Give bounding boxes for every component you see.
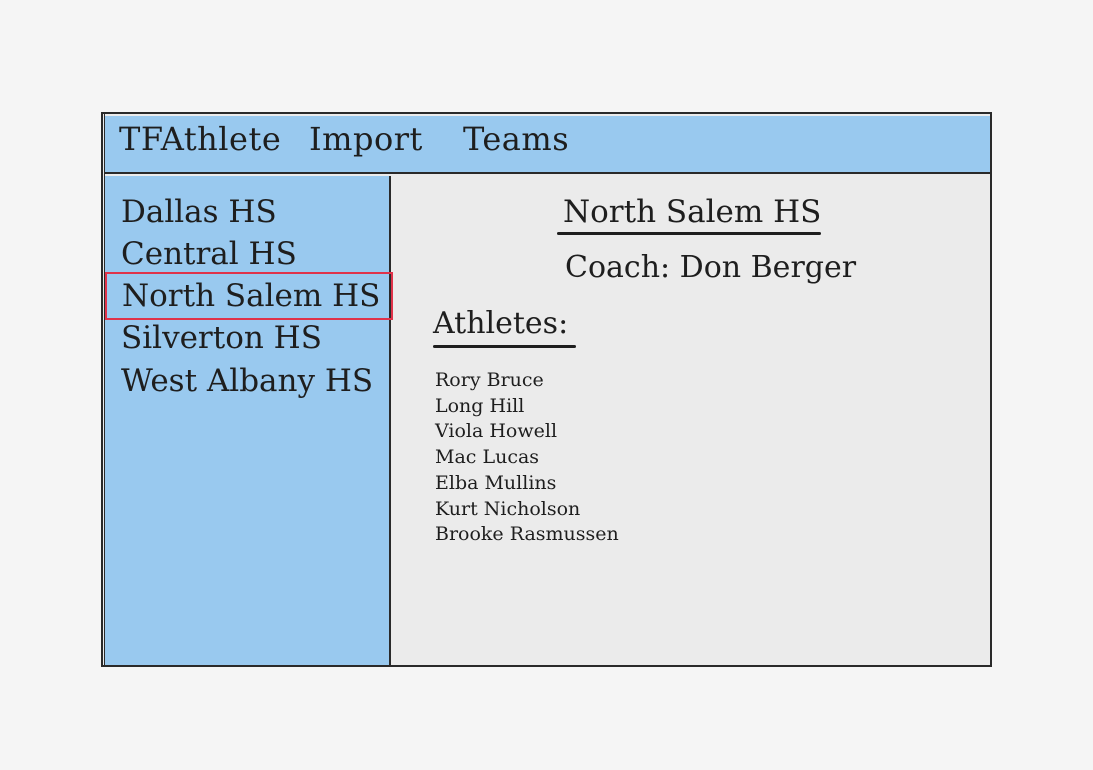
athlete-list: Rory Bruce Long Hill Viola Howell Mac Lu…	[435, 368, 619, 548]
athlete-list-item[interactable]: Mac Lucas	[435, 445, 619, 471]
sidebar-item-silverton-hs[interactable]: Silverton HS	[105, 316, 393, 364]
team-sidebar: Dallas HS Central HS North Salem HS Silv…	[105, 176, 393, 665]
team-title: North Salem HS	[563, 194, 822, 230]
athlete-list-item[interactable]: Elba Mullins	[435, 471, 619, 497]
athlete-list-item[interactable]: Long Hill	[435, 394, 619, 420]
athlete-list-item[interactable]: Rory Bruce	[435, 368, 619, 394]
sidebar-item-north-salem-hs[interactable]: North Salem HS	[105, 272, 393, 320]
coach-label: Coach: Don Berger	[565, 250, 857, 285]
team-detail-panel: North Salem HS Coach: Don Berger Athlete…	[393, 176, 990, 665]
app-window: TFAthlete Import Teams Dallas HS Central…	[101, 112, 992, 667]
teams-menu[interactable]: Teams	[463, 118, 569, 160]
athlete-list-item[interactable]: Kurt Nicholson	[435, 497, 619, 523]
sidebar-item-dallas-hs[interactable]: Dallas HS	[105, 190, 393, 238]
athletes-underline	[433, 345, 576, 348]
athlete-list-item[interactable]: Brooke Rasmussen	[435, 522, 619, 548]
athlete-list-item[interactable]: Viola Howell	[435, 419, 619, 445]
import-menu[interactable]: Import	[309, 118, 423, 160]
title-underline	[557, 232, 821, 235]
sidebar-item-west-albany-hs[interactable]: West Albany HS	[105, 359, 393, 407]
app-title-menu[interactable]: TFAthlete	[119, 118, 281, 160]
menu-bar: TFAthlete Import Teams	[105, 116, 990, 174]
athletes-heading: Athletes:	[433, 306, 569, 341]
